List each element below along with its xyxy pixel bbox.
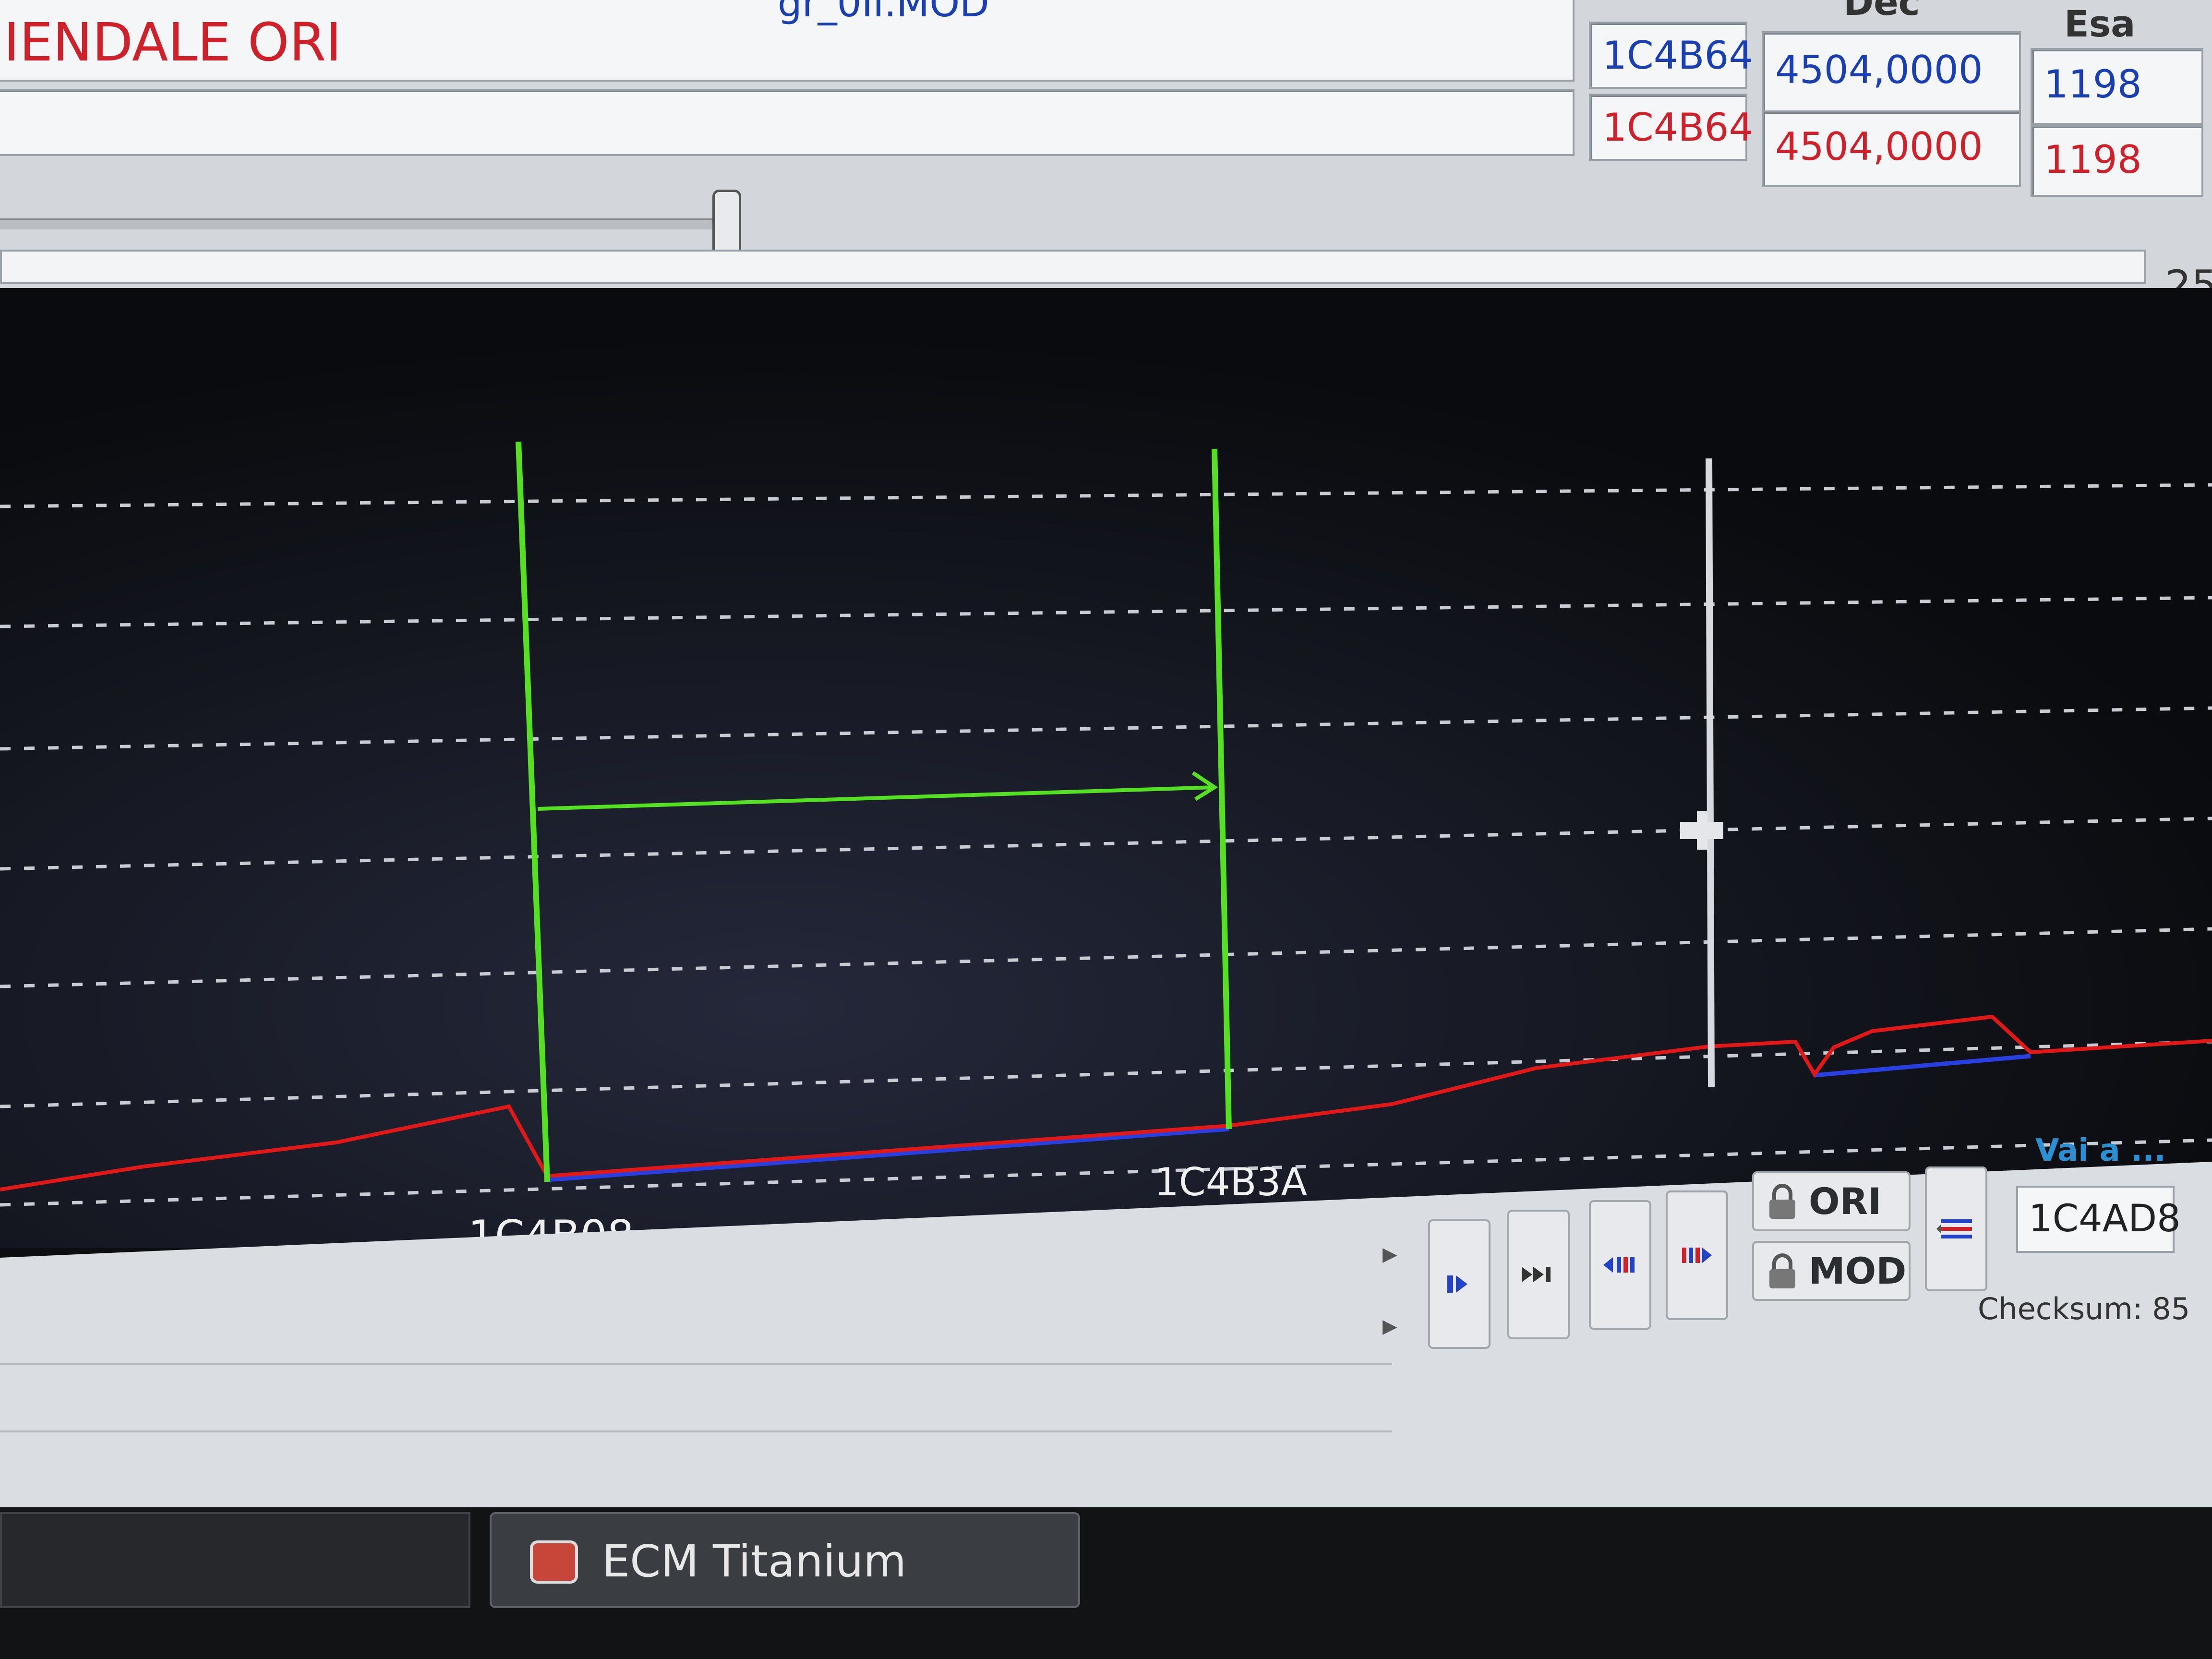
- small-arrow-icon: ▶: [1382, 1315, 1397, 1337]
- address-field-2: 1C4B64: [1589, 94, 1753, 161]
- step-back-button[interactable]: [1589, 1200, 1651, 1330]
- app-icon: [530, 1540, 578, 1584]
- skip-end-button[interactable]: [1507, 1210, 1570, 1339]
- col-esa-header: Esa: [2064, 2, 2136, 45]
- checksum-text: Checksum: 85: [1978, 1291, 2190, 1326]
- small-arrow-icon: ▶: [1382, 1243, 1397, 1265]
- goto-label: Vai a ...: [2035, 1133, 2166, 1168]
- zoom-slider-thumb[interactable]: [712, 190, 741, 257]
- cursor-handle-v: [1697, 811, 1707, 850]
- horizontal-scrollbar[interactable]: [0, 250, 2146, 284]
- dec-field-2: 4504,0000: [1762, 110, 2021, 187]
- compare-button[interactable]: [1925, 1166, 1987, 1291]
- skip-end-icon: [1522, 1267, 1551, 1282]
- map-graph[interactable]: 1C4B08 1C4B3A: [0, 288, 2212, 1248]
- taskbar-app-label: ECM Titanium: [602, 1536, 907, 1587]
- graph-background: [0, 288, 2212, 1248]
- lock-icon: [1769, 1183, 1795, 1219]
- divider: [0, 1431, 1392, 1432]
- esa-field-2: 1198: [2031, 125, 2203, 197]
- divider: [0, 1363, 1392, 1365]
- map-title: IENDALE ORI: [4, 12, 342, 73]
- ori-button[interactable]: ORI: [1752, 1171, 1911, 1231]
- taskbar-app-ecm-titanium[interactable]: ECM Titanium: [490, 1512, 1080, 1608]
- compare-icon: [1936, 1219, 1972, 1238]
- zoom-slider-track[interactable]: [0, 218, 730, 229]
- lock-icon: [1769, 1253, 1795, 1288]
- goto-input[interactable]: 1C4AD8: [2016, 1186, 2181, 1253]
- address-field-1: 1C4B64: [1589, 22, 1753, 89]
- title-field-2: [0, 89, 1575, 156]
- mod-button[interactable]: MOD: [1752, 1241, 1911, 1301]
- marker-end-label: 1C4B3A: [1154, 1160, 1307, 1204]
- top-panel: IENDALE ORI gr_0II.MOD Dec Esa 1C4B64 45…: [0, 0, 2212, 310]
- col-dec-header: Dec: [1843, 0, 1920, 24]
- cursor-line[interactable]: [1706, 458, 1715, 1088]
- step-forward-icon: [1682, 1248, 1712, 1263]
- play-button[interactable]: [1428, 1219, 1491, 1349]
- taskbar-item[interactable]: [0, 1512, 470, 1608]
- play-icon: [1447, 1275, 1467, 1293]
- dec-field-1: 4504,0000: [1762, 31, 2021, 113]
- step-back-icon: [1603, 1257, 1635, 1273]
- esa-field-1: 1198: [2031, 48, 2203, 125]
- file-name: gr_0II.MOD: [778, 0, 989, 25]
- step-forward-button[interactable]: [1666, 1190, 1728, 1320]
